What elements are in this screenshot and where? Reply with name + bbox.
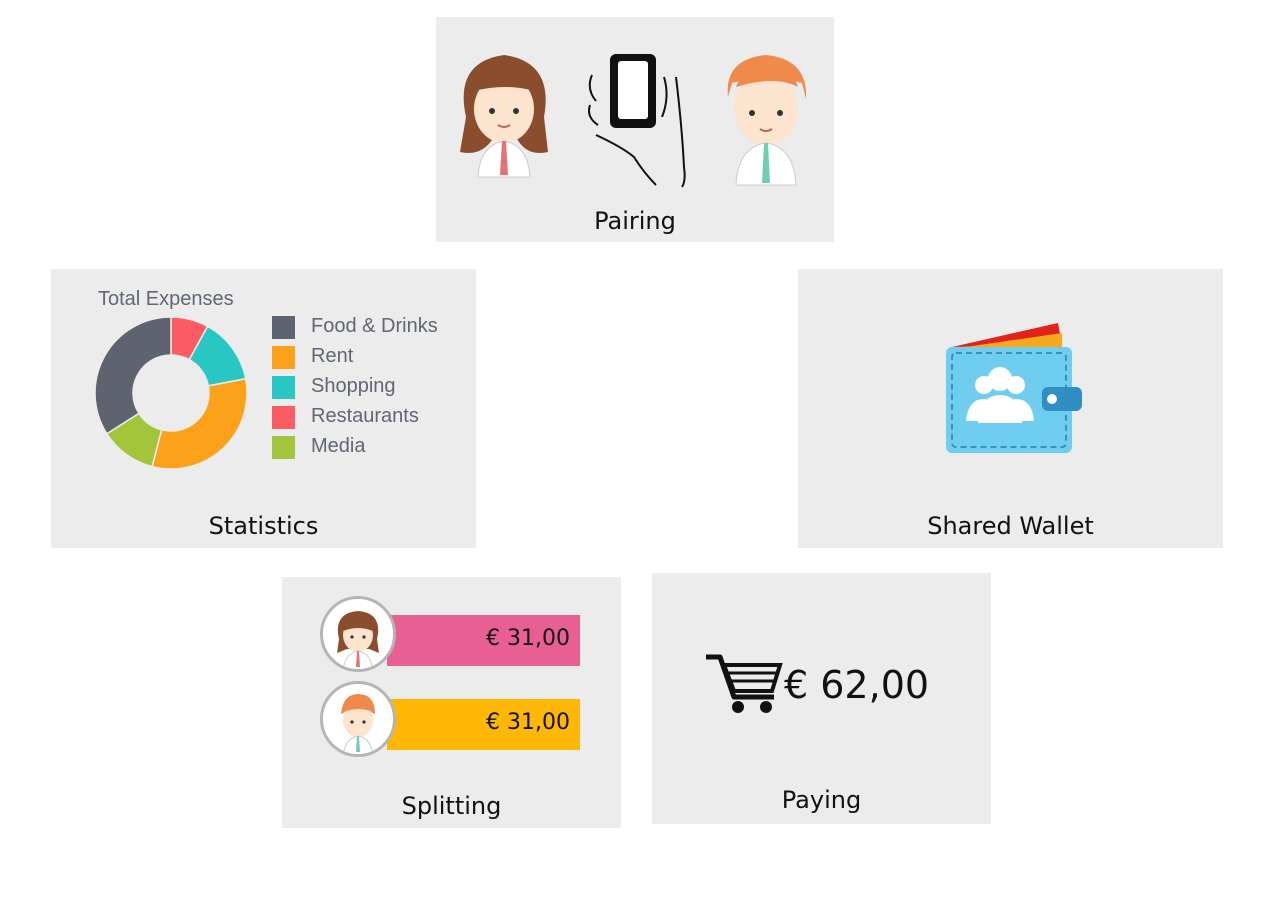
expenses-donut-chart — [94, 316, 248, 470]
donut-slice-rent — [151, 377, 248, 470]
share-bar-girl: € 31,00 — [387, 615, 580, 666]
legend-swatch — [272, 316, 295, 339]
phone-in-hand-icon — [588, 54, 686, 188]
legend-label: Shopping — [311, 375, 396, 397]
shopping-cart-icon — [706, 654, 783, 713]
shared-wallet-label: Shared Wallet — [927, 512, 1094, 540]
statistics-label: Statistics — [208, 512, 319, 540]
legend-swatch — [272, 436, 295, 459]
paying-panel: € 62,00 Paying — [652, 573, 991, 824]
payment-total: € 62,00 — [784, 663, 930, 707]
shared-wallet-icon — [946, 323, 1082, 453]
share-amount-girl: € 31,00 — [486, 626, 570, 651]
legend-label: Restaurants — [311, 405, 419, 427]
legend-label: Food & Drinks — [311, 315, 438, 337]
girl-avatar-icon — [320, 596, 396, 672]
legend-label: Rent — [311, 345, 354, 367]
legend-swatch — [272, 376, 295, 399]
pairing-panel: Pairing — [436, 17, 834, 242]
boy-avatar-icon — [727, 55, 807, 186]
paying-label: Paying — [781, 786, 862, 814]
share-bar-boy: € 31,00 — [387, 699, 580, 750]
chart-title: Total Expenses — [98, 288, 234, 310]
donut-slice-food-drinks — [94, 316, 172, 435]
share-amount-boy: € 31,00 — [486, 710, 570, 735]
splitting-label: Splitting — [401, 792, 502, 820]
statistics-panel: Total Expenses Food & Drinks Rent Shopping… — [51, 269, 476, 548]
legend-swatch — [272, 406, 295, 429]
girl-avatar-icon — [460, 55, 548, 178]
legend-label: Media — [311, 435, 366, 457]
pairing-illustration — [460, 54, 807, 188]
splitting-panel: € 31,00 € 31,00 Splitting — [282, 577, 621, 828]
boy-avatar-icon — [320, 681, 396, 757]
pairing-label: Pairing — [594, 207, 676, 235]
legend-swatch — [272, 346, 295, 369]
shared-wallet-panel: Shared Wallet — [798, 269, 1223, 548]
